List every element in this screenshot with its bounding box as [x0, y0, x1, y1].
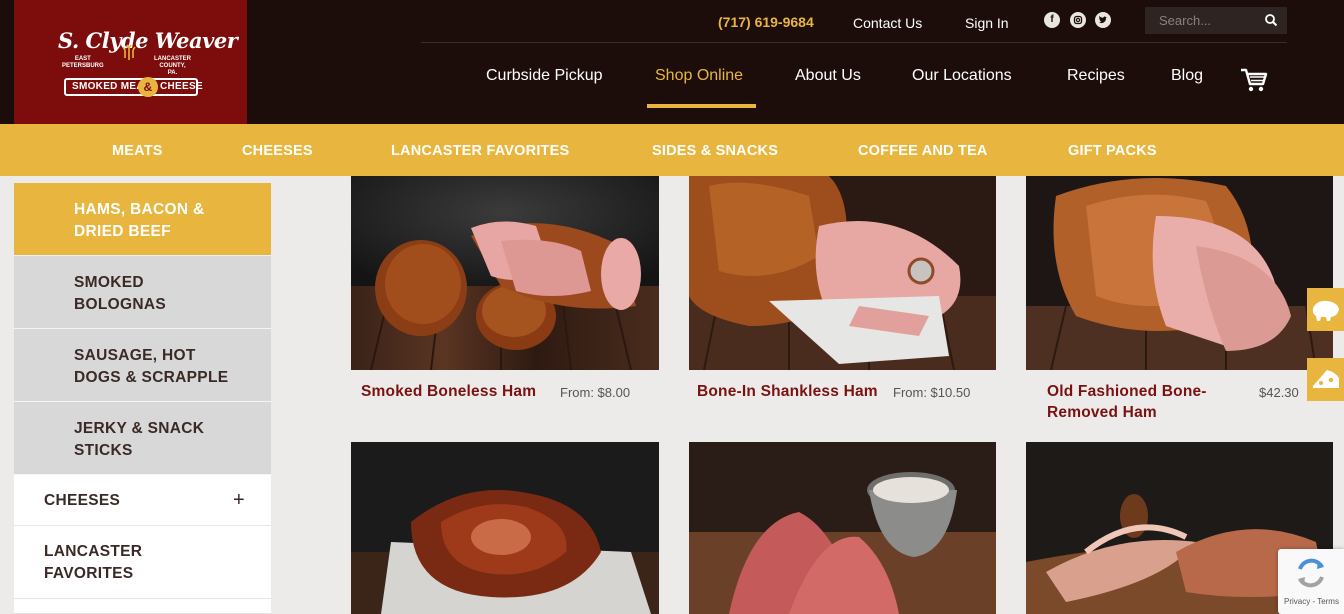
product-name-smoked-boneless-ham[interactable]: Smoked Boneless Ham	[361, 381, 536, 402]
logo-wordmark: S. Clyde Weaver	[58, 28, 238, 53]
nav-recipes[interactable]: Recipes	[1067, 67, 1125, 85]
label-line: STICKS	[74, 442, 133, 459]
recaptcha-badge[interactable]: Privacy - Terms	[1278, 549, 1344, 614]
label-line: LANCASTER	[44, 543, 143, 560]
contact-link[interactable]: Contact Us	[853, 15, 922, 37]
category-cheeses[interactable]: CHEESES	[242, 143, 313, 159]
brand-logo[interactable]: S. Clyde Weaver EAST PETERSBURG LANCASTE…	[14, 0, 247, 124]
sidebar-item-next[interactable]	[14, 599, 271, 614]
product-image-bone-in-shankless-ham[interactable]	[689, 176, 996, 370]
product-name-line: Removed Ham	[1047, 404, 1157, 421]
nav-our-locations[interactable]: Our Locations	[912, 67, 1012, 85]
category-gift-packs[interactable]: GIFT PACKS	[1068, 143, 1157, 159]
sidebar-item-label: SMOKED BOLOGNAS	[74, 272, 166, 316]
side-tab-meats[interactable]	[1307, 288, 1344, 331]
logo-text: PA.	[167, 70, 178, 76]
active-nav-indicator	[647, 104, 756, 108]
logo-location-right: LANCASTER COUNTY, PA.	[154, 56, 191, 77]
logo-banner-right: CHEESE	[160, 81, 203, 92]
sidebar-item-hams-bacon[interactable]: HAMS, BACON & DRIED BEEF	[14, 183, 271, 256]
product-price: From: $8.00	[560, 385, 631, 400]
expand-icon[interactable]: +	[233, 489, 245, 511]
label-line: FAVORITES	[44, 565, 134, 582]
sidebar-item-label: HAMS, BACON & DRIED BEEF	[74, 199, 204, 243]
product-image-dried-beef[interactable]	[689, 442, 996, 614]
category-sidebar: HAMS, BACON & DRIED BEEF SMOKED BOLOGNAS…	[14, 176, 271, 614]
product-name-old-fashioned-ham[interactable]: Old Fashioned Bone- Removed Ham	[1047, 381, 1207, 423]
search-input[interactable]	[1145, 7, 1259, 34]
nav-blog[interactable]: Blog	[1171, 67, 1203, 85]
product-price: $42.30	[1259, 385, 1299, 400]
category-bar: MEATS CHEESES LANCASTER FAVORITES SIDES …	[0, 124, 1344, 176]
signin-link[interactable]: Sign In	[965, 15, 1009, 37]
facebook-icon[interactable]: f	[1044, 12, 1060, 28]
label-line: SMOKED	[74, 274, 144, 291]
nav-shop-online[interactable]: Shop Online	[655, 67, 743, 85]
category-lancaster-favorites[interactable]: LANCASTER FAVORITES	[391, 143, 569, 159]
category-sides-snacks[interactable]: SIDES & SNACKS	[652, 143, 778, 159]
category-coffee-tea[interactable]: COFFEE AND TEA	[858, 143, 988, 159]
site-header: S. Clyde Weaver EAST PETERSBURG LANCASTE…	[0, 0, 1344, 124]
sidebar-item-label: JERKY & SNACK STICKS	[74, 418, 204, 462]
phone-link[interactable]: (717) 619-9684	[718, 14, 814, 36]
product-image-smoked-boneless-ham[interactable]	[351, 176, 659, 370]
sidebar-item-label: CHEESES	[44, 492, 121, 509]
logo-text: LANCASTER	[154, 56, 191, 62]
label-line: SAUSAGE, HOT	[74, 347, 196, 364]
side-tab-cheese[interactable]	[1307, 358, 1344, 401]
logo-mark: S. Clyde Weaver EAST PETERSBURG LANCASTE…	[58, 26, 238, 108]
sidebar-item-smoked-bolognas[interactable]: SMOKED BOLOGNAS	[14, 256, 271, 329]
wheat-icon	[120, 44, 138, 60]
product-name-line: Old Fashioned Bone-	[1047, 383, 1207, 400]
label-line: JERKY & SNACK	[74, 420, 205, 437]
sidebar-item-label: SAUSAGE, HOT DOGS & SCRAPPLE	[74, 345, 228, 389]
search-icon[interactable]	[1264, 13, 1278, 27]
instagram-icon[interactable]	[1070, 12, 1086, 28]
header-divider	[421, 42, 1287, 43]
logo-banner-amp: &	[138, 77, 158, 97]
product-price: From: $10.50	[893, 385, 971, 400]
product-image-smoked-pork[interactable]	[351, 442, 659, 614]
recaptcha-icon	[1298, 558, 1324, 588]
label-line: DRIED BEEF	[74, 223, 171, 240]
label-line: HAMS, BACON &	[74, 201, 205, 218]
cheese-icon	[1313, 370, 1339, 388]
label-line: DOGS & SCRAPPLE	[74, 369, 229, 386]
cart-icon[interactable]	[1240, 66, 1268, 94]
logo-text: COUNTY,	[159, 63, 186, 69]
category-meats[interactable]: MEATS	[112, 143, 163, 159]
logo-text: EAST	[74, 56, 91, 62]
pig-icon	[1312, 300, 1339, 321]
logo-text: PETERSBURG	[62, 63, 104, 69]
product-name-bone-in-shankless-ham[interactable]: Bone-In Shankless Ham	[697, 381, 878, 402]
label-line: BOLOGNAS	[74, 296, 166, 313]
twitter-icon[interactable]	[1095, 12, 1111, 28]
nav-curbside-pickup[interactable]: Curbside Pickup	[486, 67, 603, 85]
logo-banner: SMOKED MEATS & CHEESE	[64, 77, 203, 97]
nav-about-us[interactable]: About Us	[795, 67, 861, 85]
sidebar-item-jerky[interactable]: JERKY & SNACK STICKS	[14, 402, 271, 475]
logo-location-left: EAST PETERSBURG	[62, 56, 104, 70]
sidebar-item-cheeses[interactable]: CHEESES +	[14, 475, 271, 526]
search-box	[1145, 7, 1287, 34]
recaptcha-links[interactable]: Privacy - Terms	[1284, 597, 1339, 606]
sidebar-item-sausage[interactable]: SAUSAGE, HOT DOGS & SCRAPPLE	[14, 329, 271, 402]
sidebar-item-label: LANCASTER FAVORITES	[44, 541, 142, 585]
product-image-old-fashioned-ham[interactable]	[1026, 176, 1333, 370]
sidebar-item-lancaster-favorites[interactable]: LANCASTER FAVORITES	[14, 526, 271, 599]
